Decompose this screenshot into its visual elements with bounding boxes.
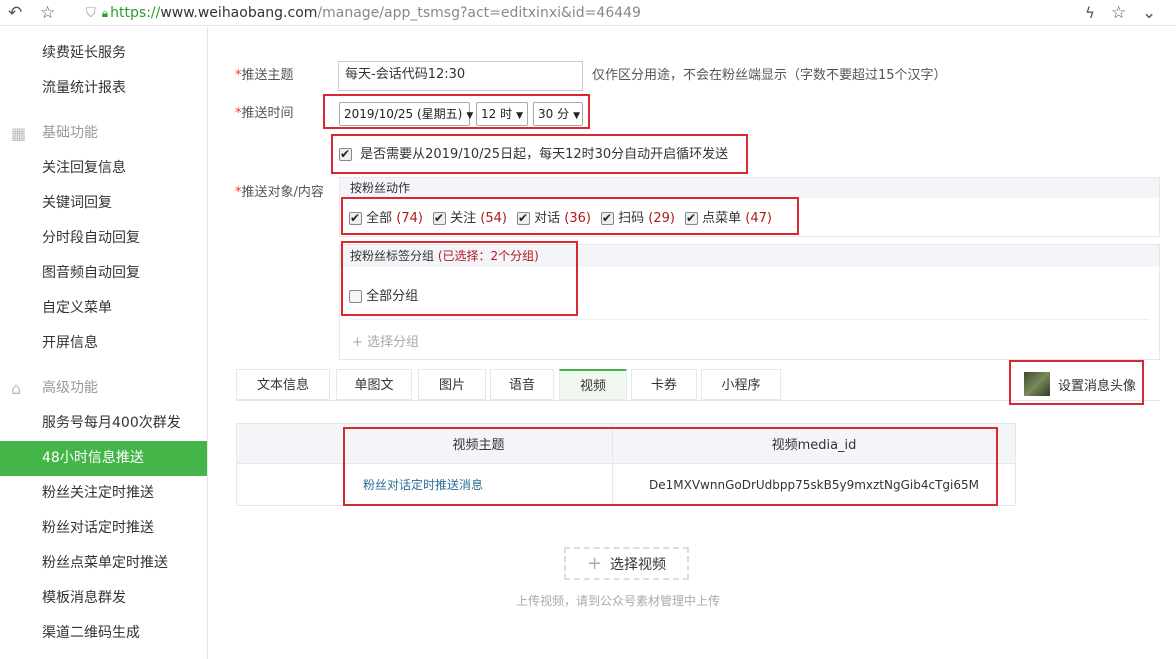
table-header-blank	[236, 423, 345, 464]
subject-label: *推送主题	[235, 68, 294, 83]
choose-video-button[interactable]: + 选择视频	[564, 547, 689, 580]
loop-checkbox[interactable]: 是否需要从2019/10/25日起，每天12时30分自动开启循环发送	[339, 145, 729, 164]
subject-hint: 仅作区分用途，不会在粉丝端显示（字数不要超过15个汉字）	[592, 68, 947, 83]
sidebar-item-media-reply[interactable]: 图音频自动回复	[0, 256, 207, 291]
plus-icon: +	[586, 553, 603, 574]
url-path: /manage/app_tsmsg?act=editxinxi&id=46449	[317, 5, 641, 21]
tab-voice[interactable]: 语音	[490, 369, 554, 400]
subject-input[interactable]: 每天-会话代码12:30	[338, 61, 583, 91]
action-checkbox-menu[interactable]: 点菜单 (47)	[685, 209, 772, 228]
tab-video[interactable]: 视频	[559, 369, 627, 400]
all-groups-checkbox[interactable]: 全部分组	[349, 288, 418, 306]
table-header: 视频主题 视频media_id	[236, 423, 1016, 464]
sidebar-item-timed-reply[interactable]: 分时段自动回复	[0, 221, 207, 256]
sidebar-group-label: 高级功能	[42, 380, 98, 396]
tab-coupon[interactable]: 卡券	[631, 369, 697, 400]
back-icon[interactable]: ↶	[8, 3, 22, 23]
sidebar-item-traffic-report[interactable]: 流量统计报表	[0, 71, 207, 106]
url-scheme: https://	[110, 5, 161, 21]
action-checkbox-all[interactable]: 全部 (74)	[349, 209, 423, 228]
action-panel: 按粉丝动作	[339, 177, 1160, 237]
sidebar-group-advanced: ⌂ 高级功能	[0, 371, 207, 406]
lock-icon: 🔒︎	[101, 6, 109, 20]
sidebar-item-chat-timed[interactable]: 粉丝对话定时推送	[0, 511, 207, 546]
tab-image[interactable]: 图片	[418, 369, 486, 400]
tab-single-article[interactable]: 单图文	[336, 369, 412, 400]
action-checkbox-scan[interactable]: 扫码 (29)	[601, 209, 675, 228]
sidebar: 续费延长服务 流量统计报表 ▦ 基础功能 关注回复信息 关键词回复 分时段自动回…	[0, 27, 208, 659]
choose-group-link[interactable]: + 选择分组	[352, 331, 419, 350]
choose-video-label: 选择视频	[610, 557, 667, 573]
action-checkbox-chat[interactable]: 对话 (36)	[517, 209, 591, 228]
sidebar-group-basic: ▦ 基础功能	[0, 116, 207, 151]
sidebar-item-keyword-reply[interactable]: 关键词回复	[0, 186, 207, 221]
checkbox[interactable]	[339, 145, 352, 163]
video-media-id: De1MXVwnnGoDrUdbpp75skB5y9mxztNgGib4cTgi…	[612, 463, 1016, 506]
chevron-down-icon[interactable]: ⌄	[1142, 3, 1156, 23]
sidebar-group-label: 基础功能	[42, 125, 98, 141]
sidebar-item-menu-timed[interactable]: 粉丝点菜单定时推送	[0, 546, 207, 581]
sidebar-item-renewal[interactable]: 续费延长服务	[0, 36, 207, 71]
video-subject-link[interactable]: 粉丝对话定时推送消息	[344, 463, 613, 506]
lightning-icon[interactable]: ϟ	[1085, 3, 1095, 23]
set-avatar-button[interactable]: 设置消息头像	[1016, 367, 1141, 401]
hour-select[interactable]: 12 时 ▼	[476, 102, 528, 126]
sidebar-item-48h-push[interactable]: 48小时信息推送	[0, 441, 207, 476]
tab-text[interactable]: 文本信息	[236, 369, 330, 400]
shield-icon: ⛉	[86, 6, 96, 21]
bookmark-star-icon[interactable]: ☆	[40, 3, 55, 23]
sidebar-item-follow-timed[interactable]: 粉丝关注定时推送	[0, 476, 207, 511]
sidebar-item-mass-send[interactable]: 服务号每月400次群发	[0, 406, 207, 441]
sidebar-item-template-mass[interactable]: 模板消息群发	[0, 581, 207, 616]
upload-hint: 上传视频，请到公众号素材管理中上传	[516, 594, 721, 608]
sidebar-item-follow-reply[interactable]: 关注回复信息	[0, 151, 207, 186]
grid-icon: ▦	[11, 124, 27, 143]
date-select[interactable]: 2019/10/25 (星期五) ▼	[339, 102, 473, 126]
action-panel-title: 按粉丝动作	[340, 178, 1159, 198]
inbox-icon: ⌂	[11, 379, 22, 398]
address-bar[interactable]: ⛉ 🔒︎ https://www.weihaobang.com/manage/app…	[86, 4, 641, 23]
action-checkbox-follow[interactable]: 关注 (54)	[433, 209, 507, 228]
minute-select[interactable]: 30 分 ▼	[533, 102, 583, 126]
sidebar-item-qrcode[interactable]: 渠道二维码生成	[0, 616, 207, 651]
url-host: www.weihaobang.com	[160, 5, 318, 21]
sidebar-item-splash[interactable]: 开屏信息	[0, 326, 207, 361]
sidebar-item-custom-menu[interactable]: 自定义菜单	[0, 291, 207, 326]
table-header-subject: 视频主题	[344, 423, 613, 464]
target-label: *推送对象/内容	[235, 185, 324, 200]
time-label: *推送时间	[235, 106, 294, 121]
tab-miniprogram[interactable]: 小程序	[701, 369, 781, 400]
avatar	[1024, 372, 1050, 396]
favorite-star-icon[interactable]: ☆	[1111, 3, 1126, 23]
table-header-media-id: 视频media_id	[612, 423, 1016, 464]
table-cell	[236, 463, 345, 506]
set-avatar-label: 设置消息头像	[1058, 379, 1137, 394]
tag-panel-title: 按粉丝标签分组 (已选择：2个分组)	[340, 245, 1159, 267]
divider	[350, 319, 1149, 320]
loop-label: 是否需要从2019/10/25日起，每天12时30分自动开启循环发送	[360, 147, 729, 162]
video-table: 视频主题 视频media_id 粉丝对话定时推送消息 De1MXVwnnGoDr…	[236, 423, 1016, 506]
table-row[interactable]: 粉丝对话定时推送消息 De1MXVwnnGoDrUdbpp75skB5y9mxz…	[236, 463, 1016, 506]
tag-panel: 按粉丝标签分组 (已选择：2个分组) + 选择分组	[339, 244, 1160, 360]
browser-toolbar: ↶ ☆ ⛉ 🔒︎ https://www.weihaobang.com/manage…	[0, 0, 1176, 26]
